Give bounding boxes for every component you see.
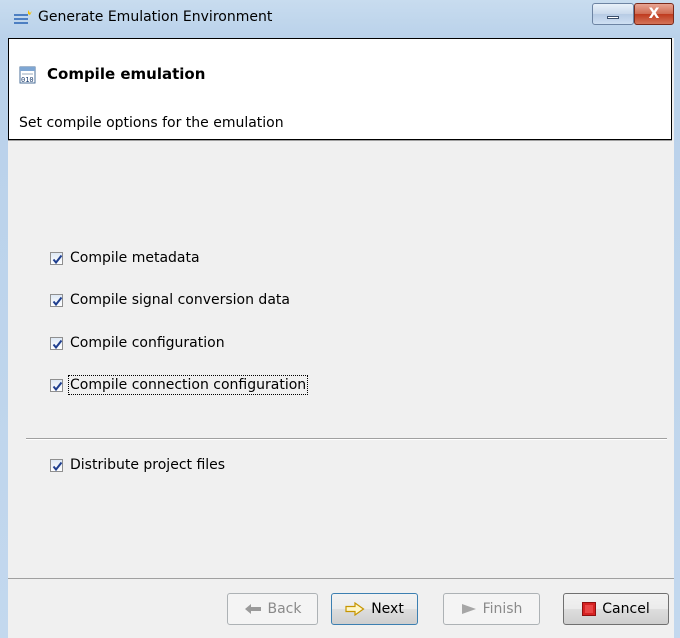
option-compile-metadata[interactable]: Compile metadata — [50, 248, 200, 268]
option-compile-connection-configuration[interactable]: Compile connection configuration — [50, 375, 309, 395]
close-icon: X — [648, 6, 660, 22]
window-app-icon — [14, 10, 32, 24]
header-divider — [8, 140, 672, 141]
next-button[interactable]: Next — [331, 593, 418, 625]
option-label: Compile connection configuration — [67, 375, 309, 395]
checkbox[interactable] — [50, 378, 63, 392]
arrow-left-icon — [244, 604, 261, 614]
dialog-window: Generate Emulation Environment X 010 Com… — [0, 0, 680, 638]
checkbox[interactable] — [50, 336, 63, 350]
checkbox[interactable] — [50, 251, 63, 265]
checkmark-icon — [52, 339, 63, 349]
checkmark-icon — [52, 461, 63, 471]
option-label: Compile configuration — [70, 335, 225, 351]
finish-button[interactable]: Finish — [443, 593, 540, 625]
cancel-button[interactable]: Cancel — [563, 593, 669, 625]
option-label: Distribute project files — [70, 457, 226, 473]
checkmark-icon — [52, 381, 63, 391]
options-separator — [26, 438, 667, 440]
checkbox[interactable] — [50, 293, 63, 307]
minimize-button[interactable] — [592, 3, 634, 25]
wizard-header: 010 Compile emulation Set compile option… — [8, 38, 672, 140]
page-description: Set compile options for the emulation — [19, 115, 284, 131]
finish-label: Finish — [482, 601, 523, 617]
title-bar: Generate Emulation Environment X — [0, 0, 680, 38]
back-label: Back — [267, 601, 302, 617]
next-label: Next — [371, 601, 404, 617]
option-label: Compile metadata — [70, 250, 200, 266]
svg-text:010: 010 — [21, 76, 34, 84]
play-icon — [461, 604, 476, 614]
option-compile-configuration[interactable]: Compile configuration — [50, 333, 225, 353]
binary-file-icon: 010 — [19, 66, 36, 84]
back-button[interactable]: Back — [227, 593, 318, 625]
window-title: Generate Emulation Environment — [38, 9, 273, 25]
close-button[interactable]: X — [634, 3, 674, 25]
checkbox[interactable] — [50, 458, 63, 472]
checkmark-icon — [52, 254, 63, 264]
checkmark-icon — [52, 296, 63, 306]
cancel-label: Cancel — [602, 601, 650, 617]
option-compile-signal-conversion[interactable]: Compile signal conversion data — [50, 290, 290, 310]
page-title: Compile emulation — [47, 65, 206, 83]
footer-divider — [8, 578, 674, 579]
option-label: Compile signal conversion data — [70, 292, 290, 308]
option-distribute-project-files[interactable]: Distribute project files — [50, 455, 225, 475]
arrow-right-icon — [345, 602, 365, 616]
stop-icon — [582, 602, 597, 616]
